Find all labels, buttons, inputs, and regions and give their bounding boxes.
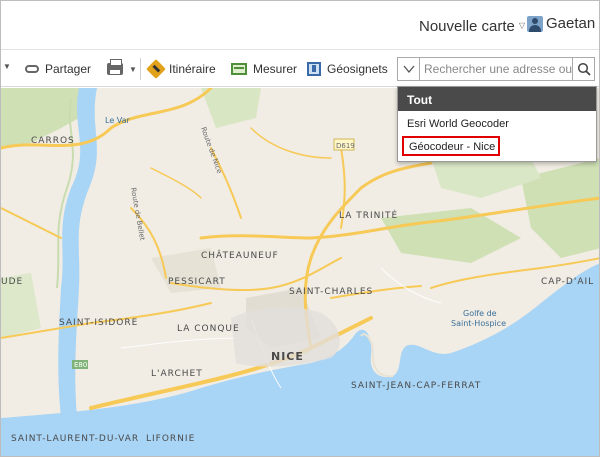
map-label-nice: NICE [271, 350, 304, 363]
search-box [397, 57, 595, 81]
map-label-carros: CARROS [31, 136, 75, 146]
header-bar: Nouvelle carte▽ Gaetan▽ [1, 1, 599, 49]
geocoder-option-all[interactable]: Tout [398, 87, 596, 111]
map-label-la-trinite: LA TRINITÉ [339, 209, 398, 221]
bookmark-icon [307, 62, 321, 76]
share-button[interactable]: Partager [25, 60, 91, 78]
route-icon [146, 59, 166, 79]
search-input[interactable] [420, 58, 572, 80]
geocoder-dropdown: Tout Esri World Geocoder Géocodeur - Nic… [397, 86, 597, 162]
chevron-down-icon [403, 65, 414, 73]
bookmarks-label: Géosignets [327, 62, 388, 76]
map-label-e80: E80 [74, 361, 87, 369]
ruler-icon [231, 63, 247, 75]
new-map-label: Nouvelle carte [419, 18, 515, 35]
map-label-la-conque: LA CONQUE [177, 324, 240, 334]
map-label-saint-laurent: SAINT-LAURENT-DU-VAR [11, 434, 139, 444]
map-label-saint-hospice: Saint-Hospice [451, 319, 506, 328]
chevron-down-icon: ▼ [129, 64, 137, 74]
map-label-saint-jean: SAINT-JEAN-CAP-FERRAT [351, 381, 481, 391]
app-frame: Nouvelle carte▽ Gaetan▽ ▼ Partager ▼ Iti… [0, 0, 600, 457]
bookmarks-button[interactable]: Géosignets [307, 60, 388, 78]
map-label-saint-charles: SAINT-CHARLES [289, 287, 373, 297]
toolbar-divider [140, 58, 141, 80]
chevron-down-icon: ▽ [518, 21, 526, 30]
map-label-cap-dail: CAP-D'AIL [541, 277, 594, 287]
map-label-chateauneuf: CHÂTEAUNEUF [201, 249, 279, 261]
user-name: Gaetan [546, 15, 596, 32]
map-label-pessicart: PESSICART [168, 277, 226, 287]
toolbar: ▼ Partager ▼ Itinéraire Mesurer Géosigne… [1, 49, 599, 87]
map-label-larchet: L'ARCHET [151, 369, 203, 379]
search-icon [577, 62, 591, 76]
new-map-menu[interactable]: Nouvelle carte ▽ [419, 18, 525, 35]
geocoder-dropdown-toggle[interactable] [398, 58, 420, 80]
print-icon [107, 59, 123, 75]
geocoder-option-nice[interactable]: Géocodeur - Nice [402, 136, 500, 156]
link-icon [25, 65, 39, 73]
print-button[interactable]: ▼ [107, 59, 137, 78]
map-label-lifornie: LIFORNIE [146, 434, 195, 444]
geocoder-option-esri[interactable]: Esri World Geocoder [398, 111, 596, 134]
user-menu[interactable]: Gaetan▽ [527, 15, 599, 32]
map-label-d619: D619 [336, 142, 355, 150]
map-label-golfe: Golfe de [463, 309, 497, 318]
share-label: Partager [45, 62, 92, 76]
chevron-down-icon[interactable]: ▼ [3, 62, 11, 71]
map-label-ude: UDE [1, 277, 23, 287]
measure-button[interactable]: Mesurer [231, 60, 297, 78]
measure-label: Mesurer [253, 62, 298, 76]
map-label-saint-isidore: SAINT-ISIDORE [59, 318, 138, 328]
route-button[interactable]: Itinéraire [146, 59, 216, 79]
avatar [527, 15, 543, 32]
search-button[interactable] [572, 58, 594, 80]
map-label-le-var: Le Var [105, 116, 131, 125]
route-label: Itinéraire [169, 62, 216, 76]
